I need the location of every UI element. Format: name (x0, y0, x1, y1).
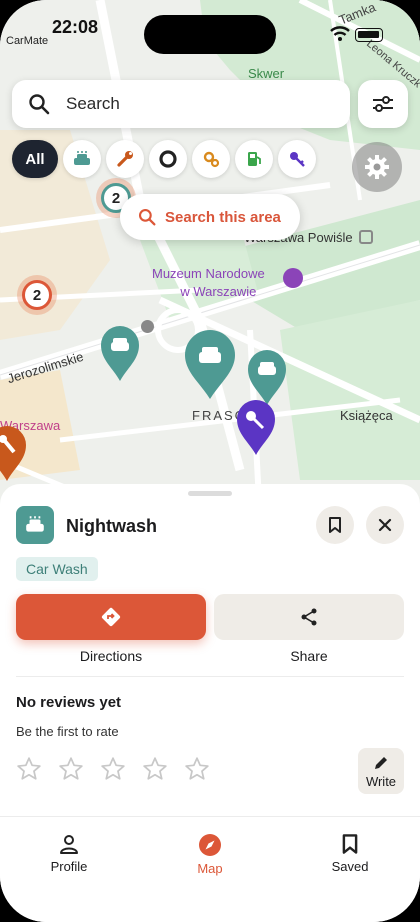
status-time: 22:08 (52, 17, 99, 37)
battery-icon (355, 28, 383, 42)
bottom-nav: Profile Map Saved (0, 816, 420, 922)
nav-map[interactable]: Map (160, 833, 260, 876)
nav-saved[interactable]: Saved (300, 833, 400, 874)
chip-car-wash[interactable] (63, 140, 101, 178)
museum-line1: Muzeum Narodowe (152, 266, 265, 281)
wrench-pin[interactable] (0, 424, 28, 482)
nav-map-label: Map (197, 861, 223, 876)
status-bar: 22:08 CarMate (0, 0, 420, 54)
museum-icon (283, 268, 303, 288)
write-label: Write (365, 773, 397, 789)
sliders-icon (373, 96, 393, 112)
category-tag: Car Wash (16, 557, 98, 581)
chip-fuel[interactable] (235, 140, 273, 178)
settings-button[interactable] (352, 142, 402, 192)
fuel-icon (248, 152, 261, 166)
map-view[interactable]: Tamka Leona Kruczk Skwer Warszawa Powiśl… (0, 0, 420, 520)
rating-stars (16, 756, 210, 782)
share-icon (301, 608, 317, 626)
pencil-icon (375, 756, 387, 769)
nav-profile-label: Profile (50, 859, 88, 874)
reviews-subtitle: Be the first to rate (16, 724, 119, 739)
divider (16, 676, 404, 677)
close-icon (378, 518, 392, 532)
search-placeholder: Search (66, 94, 120, 113)
search-this-area-label: Search this area (165, 208, 281, 226)
bookmark-button[interactable] (316, 506, 354, 544)
chip-all[interactable]: All (12, 140, 58, 178)
directions-button[interactable] (16, 594, 206, 640)
cluster-marker[interactable]: 2 (22, 280, 52, 310)
search-icon (29, 94, 50, 115)
bookmark-icon (342, 834, 358, 854)
status-carrier: CarMate (6, 35, 49, 47)
wrench-icon (117, 151, 133, 167)
car-wash-pin-selected[interactable] (183, 328, 237, 400)
parking-icon (141, 320, 154, 333)
gears-icon (203, 151, 220, 168)
map-label-skwer: Skwer (248, 66, 285, 81)
search-this-area-button[interactable]: Search this area (120, 194, 300, 240)
nav-saved-label: Saved (331, 859, 369, 874)
car-wash-icon (74, 151, 90, 165)
chip-rental[interactable] (278, 140, 316, 178)
map-background (0, 0, 420, 520)
reviews-title: No reviews yet (16, 694, 122, 711)
museum-line2: w Warszawie (180, 284, 257, 299)
cluster-count: 2 (111, 189, 121, 207)
directions-icon (101, 607, 121, 627)
dynamic-island (144, 15, 276, 54)
star-icon[interactable] (58, 756, 84, 782)
chip-parts[interactable] (192, 140, 230, 178)
sheet-handle[interactable] (188, 491, 232, 496)
directions-label: Directions (79, 648, 143, 664)
search-bar[interactable]: Search (12, 80, 350, 128)
bookmark-icon (329, 517, 341, 533)
person-icon (60, 835, 78, 854)
share-label: Share (290, 648, 328, 664)
app-screen: Tamka Leona Kruczk Skwer Warszawa Powiśl… (0, 0, 420, 922)
nav-profile[interactable]: Profile (19, 833, 119, 874)
map-label-ksiazeca: Książęca (340, 408, 393, 423)
category-chips: All (12, 140, 316, 178)
wifi-icon (330, 26, 350, 41)
place-name: Nightwash (66, 516, 158, 536)
star-icon[interactable] (184, 756, 210, 782)
car-wash-pin[interactable] (99, 324, 141, 382)
filter-button[interactable] (358, 80, 408, 128)
place-sheet: Nightwash Car Wash Directions Share No r… (0, 484, 420, 824)
search-icon (138, 208, 156, 226)
chip-tires[interactable] (149, 140, 187, 178)
car-wash-icon (26, 516, 44, 532)
compass-icon (199, 834, 221, 856)
share-button[interactable] (214, 594, 404, 640)
tire-icon (159, 150, 177, 168)
place-category-icon (16, 506, 54, 544)
map-label-museum: Muzeum Narodowe w Warszawie (152, 265, 265, 301)
cluster-count: 2 (32, 286, 42, 304)
write-review-button[interactable]: Write (358, 748, 404, 794)
star-icon[interactable] (142, 756, 168, 782)
key-icon (290, 152, 305, 167)
key-pin[interactable] (235, 398, 277, 456)
train-icon (359, 230, 374, 244)
star-icon[interactable] (100, 756, 126, 782)
gear-icon (365, 155, 389, 179)
star-icon[interactable] (16, 756, 42, 782)
close-button[interactable] (366, 506, 404, 544)
chip-repair[interactable] (106, 140, 144, 178)
